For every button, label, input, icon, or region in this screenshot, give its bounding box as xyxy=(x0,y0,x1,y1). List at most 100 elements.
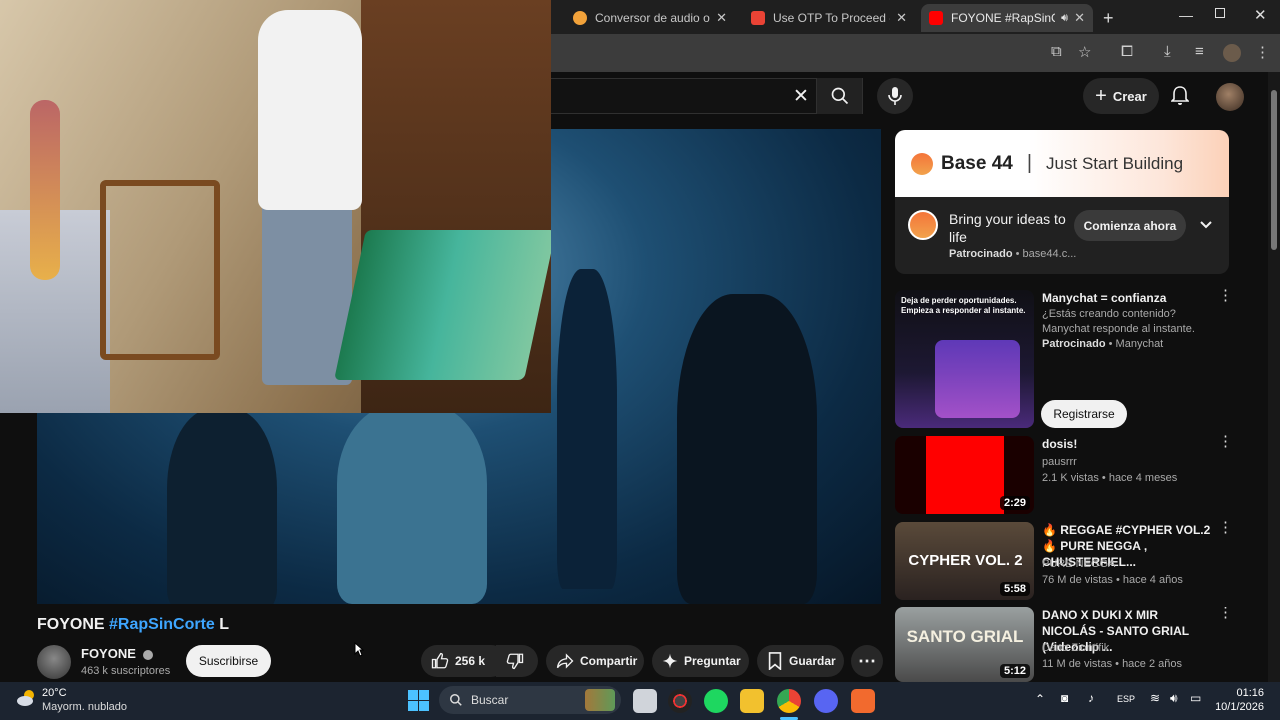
chrome-app-icon[interactable] xyxy=(777,689,801,713)
hashtag-link[interactable]: #RapSinCorte xyxy=(109,616,215,633)
gamepad-tray-icon[interactable]: ◙ xyxy=(1061,691,1068,705)
browser-tab-bar: Conversor de audio online ✕ Use OTP To P… xyxy=(551,0,1280,34)
discord-app-icon[interactable] xyxy=(814,689,838,713)
voice-search-button[interactable] xyxy=(877,78,913,114)
channel-avatar[interactable] xyxy=(37,645,71,679)
recommendation-item[interactable]: Deja de perder oportunidades. Empieza a … xyxy=(895,288,1233,430)
ad-meta: Patrocinado • base44.c... xyxy=(949,248,1077,260)
microphone-tray-icon[interactable]: ♪ xyxy=(1088,691,1094,705)
close-tab-icon[interactable]: ✕ xyxy=(716,10,727,26)
share-button[interactable]: Compartir xyxy=(546,645,644,677)
ask-button[interactable]: Preguntar xyxy=(652,645,749,677)
ad-headline[interactable]: Bring your ideas to life xyxy=(949,210,1074,246)
dislike-button[interactable] xyxy=(496,645,538,677)
scrollbar-thumb[interactable] xyxy=(1271,90,1277,250)
volume-icon[interactable]: 🔊︎ xyxy=(1170,691,1178,706)
channel-name[interactable]: FOYONE xyxy=(81,646,153,661)
show-hidden-icons-chevron-icon[interactable]: ⌃ xyxy=(1035,692,1045,706)
register-button[interactable]: Registrarse xyxy=(1041,400,1127,428)
video-thumbnail[interactable]: CYPHER VOL. 2 5:58 xyxy=(895,522,1034,600)
thumbnail-text: CYPHER VOL. 2 xyxy=(908,552,1023,569)
video-scene-performer xyxy=(677,294,817,604)
tab-audio-converter[interactable]: Conversor de audio online ✕ xyxy=(565,4,735,32)
recommendation-title[interactable]: Manychat = confianza xyxy=(1042,290,1212,306)
account-avatar[interactable] xyxy=(1216,83,1244,111)
microphone-icon xyxy=(888,87,902,105)
video-duration: 5:12 xyxy=(999,664,1030,678)
close-tab-icon[interactable]: ✕ xyxy=(1074,10,1085,26)
pip-scene-lounge-chair xyxy=(334,230,551,380)
minimize-window-button[interactable]: — xyxy=(1179,7,1193,23)
clock-time[interactable]: 01:16 xyxy=(1228,687,1264,699)
more-options-icon[interactable]: ⋮ xyxy=(1218,434,1233,449)
tab-otp[interactable]: Use OTP To Proceed - alejo ✕ xyxy=(743,4,915,32)
install-app-icon[interactable]: ⧉ xyxy=(1051,43,1062,60)
input-language[interactable]: ESP xyxy=(1117,694,1135,704)
obs-app-icon[interactable] xyxy=(668,689,692,713)
subscribe-button[interactable]: Suscribirse xyxy=(186,645,271,677)
picture-in-picture-window[interactable] xyxy=(0,0,551,413)
windows-taskbar: 20°C Mayorm. nublado Buscar ⌃ ◙ ♪ ESP ≋ … xyxy=(0,682,1280,720)
new-tab-button[interactable]: + xyxy=(1103,8,1114,29)
recommendation-title[interactable]: dosis! xyxy=(1042,436,1212,452)
audio-app-icon[interactable] xyxy=(851,689,875,713)
advertiser-avatar[interactable] xyxy=(908,210,938,240)
recommendation-meta: 11 M de vistas • hace 2 años xyxy=(1042,658,1183,670)
sparkle-icon xyxy=(662,653,678,669)
file-explorer-icon[interactable] xyxy=(740,689,764,713)
recommendation-item[interactable]: SANTO GRIAL 5:12 DANO X DUKI X MIR NICOL… xyxy=(895,607,1229,682)
create-button[interactable]: + Crear xyxy=(1083,78,1159,114)
ad-banner[interactable]: Base 44 | Just Start Building xyxy=(895,130,1229,197)
chevron-down-icon[interactable] xyxy=(1198,216,1214,232)
recommendation-channel[interactable]: Dano Ziontifik xyxy=(1042,641,1222,656)
notifications-bell-icon[interactable] xyxy=(1170,86,1190,111)
taskbar-search-box[interactable]: Buscar xyxy=(439,686,621,714)
page-scrollbar[interactable] xyxy=(1268,72,1280,682)
clear-search-icon[interactable]: ✕ xyxy=(793,85,809,108)
battery-icon[interactable]: ▭ xyxy=(1190,691,1201,705)
weather-temperature[interactable]: 20°C xyxy=(42,687,67,699)
recommendation-item[interactable]: 2:29 dosis! pausrrr 2.1 K vistas • hace … xyxy=(895,434,1233,514)
video-duration: 5:58 xyxy=(999,582,1030,596)
ad-cta-button[interactable]: Comienza ahora xyxy=(1074,210,1186,241)
close-tab-icon[interactable]: ✕ xyxy=(896,10,907,26)
sponsored-ad-card[interactable]: Base 44 | Just Start Building Bring your… xyxy=(895,130,1229,274)
wifi-icon[interactable]: ≋ xyxy=(1150,691,1160,705)
video-thumbnail[interactable]: 2:29 xyxy=(895,436,1034,514)
tab-youtube[interactable]: FOYONE #RapSinCorte 🔊︎ ✕ xyxy=(921,4,1093,32)
downloads-icon[interactable]: ⤓ xyxy=(1164,43,1171,60)
more-actions-button[interactable]: ⋯ xyxy=(851,645,883,677)
profile-avatar[interactable] xyxy=(1223,44,1241,62)
more-options-icon[interactable]: ⋮ xyxy=(1218,288,1233,303)
like-button[interactable]: 256 k xyxy=(421,645,507,677)
like-count: 256 k xyxy=(455,654,486,668)
partly-cloudy-icon[interactable] xyxy=(16,688,38,708)
video-thumbnail[interactable]: SANTO GRIAL 5:12 xyxy=(895,607,1034,682)
video-scene-figure xyxy=(337,404,487,604)
close-window-button[interactable]: ✕ xyxy=(1254,6,1267,24)
more-options-icon[interactable]: ⋮ xyxy=(1218,607,1229,620)
search-highlight-image xyxy=(585,689,615,711)
maximize-window-button[interactable] xyxy=(1215,8,1225,18)
video-thumbnail[interactable]: Deja de perder oportunidades. Empieza a … xyxy=(895,290,1034,428)
extensions-icon[interactable]: ⧠ xyxy=(1121,43,1133,60)
recommendation-channel[interactable]: PURE NEGGA xyxy=(1042,557,1222,572)
bookmark-star-icon[interactable]: ☆ xyxy=(1078,43,1091,61)
more-options-icon[interactable]: ⋮ xyxy=(1218,520,1233,535)
spotify-app-icon[interactable] xyxy=(704,689,728,713)
weather-description[interactable]: Mayorm. nublado xyxy=(42,701,127,713)
search-button[interactable] xyxy=(816,78,862,114)
save-button[interactable]: Guardar xyxy=(757,645,844,677)
gmail-favicon-icon xyxy=(751,11,765,25)
task-view-icon[interactable] xyxy=(633,689,657,713)
recommendation-meta: 76 M de vistas • hace 4 años xyxy=(1042,574,1183,586)
video-scene-figure xyxy=(167,409,277,604)
recommendation-channel[interactable]: pausrrr xyxy=(1042,455,1222,470)
clock-date[interactable]: 10/1/2026 xyxy=(1203,701,1264,713)
browser-menu-icon[interactable]: ⋮ xyxy=(1255,43,1270,61)
video-title: FOYONE #RapSinCorte L xyxy=(37,616,230,633)
audio-playing-icon[interactable]: 🔊︎ xyxy=(1061,12,1068,25)
recommendation-item[interactable]: CYPHER VOL. 2 5:58 🔥 REGGAE #CYPHER VOL.… xyxy=(895,520,1233,600)
windows-start-icon[interactable] xyxy=(408,690,429,711)
media-controls-icon[interactable]: ≡ xyxy=(1195,43,1204,60)
